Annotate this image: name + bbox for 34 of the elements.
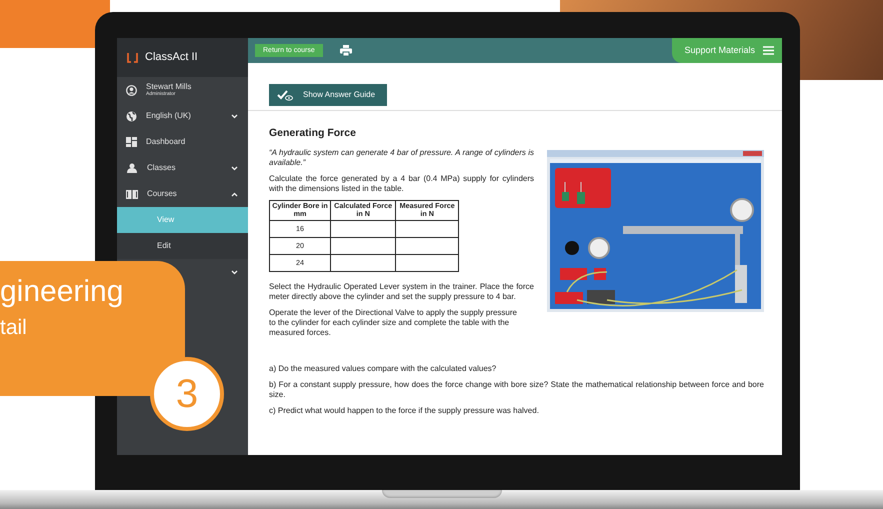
logo-icon: [127, 52, 138, 62]
sidebar-item[interactable]: English (UK): [117, 103, 248, 129]
question-text: c) Predict what would happen to the force if the supply pressure was halved.: [269, 406, 540, 416]
dashboard-icon: [126, 137, 137, 147]
sidebar-item[interactable]: Courses: [117, 181, 248, 207]
user-avatar-icon: [126, 84, 137, 96]
empty-table-cell: [330, 220, 396, 238]
step-text: Select the Hydraulic Operated Lever system in the trainer. Place the force meter directly above the cylinder and set the supply pressure to 4 bar.: [269, 282, 534, 302]
people-icon: [126, 163, 138, 173]
globe-icon: [126, 110, 137, 122]
quote-text: “A hydraulic system can generate 4 bar of pressure. A range of cylinders is available.”: [269, 148, 534, 168]
sidebar-subitem[interactable]: Edit: [117, 233, 248, 259]
exercise-title: Generating Force: [269, 127, 357, 140]
empty-table-cell: [396, 254, 458, 272]
step-text: Operate the lever of the Directional Valve to apply the supply pressure to the cylinder for each cylinder size and complete the table with the measured forces.: [269, 308, 518, 338]
question-text: a) Do the measured values compare with the calculated values?: [269, 364, 498, 374]
empty-table-cell: [396, 220, 458, 238]
book-icon: [126, 190, 138, 198]
instruction-text: Calculate the force generated by a 4 bar (0.4 MPa) supply for cylinders with the dimensions listed in the table.: [269, 174, 534, 194]
print-icon[interactable]: [340, 45, 352, 56]
empty-table-cell: [330, 254, 396, 272]
sidebar-item[interactable]: Classes: [117, 155, 248, 181]
app-title: ClassAct II: [145, 50, 198, 66]
question-text: b) For a constant supply pressure, how does the force change with bore size? State the mathematical relationship between force and bore size.: [269, 380, 764, 400]
callout-subtitle: tail: [0, 317, 27, 338]
menu-icon: [763, 46, 774, 55]
user-name: Stewart Mills: [146, 82, 192, 92]
sidebar-item[interactable]: Dashboard: [117, 129, 248, 155]
empty-table-cell: [396, 237, 458, 254]
chevron-down-icon[interactable]: [231, 270, 238, 274]
empty-table-cell: [330, 237, 396, 254]
check-eye-icon: [277, 90, 293, 100]
answer-guide-button[interactable]: Show Answer Guide: [269, 84, 388, 106]
callout-title: gineering: [0, 277, 124, 307]
